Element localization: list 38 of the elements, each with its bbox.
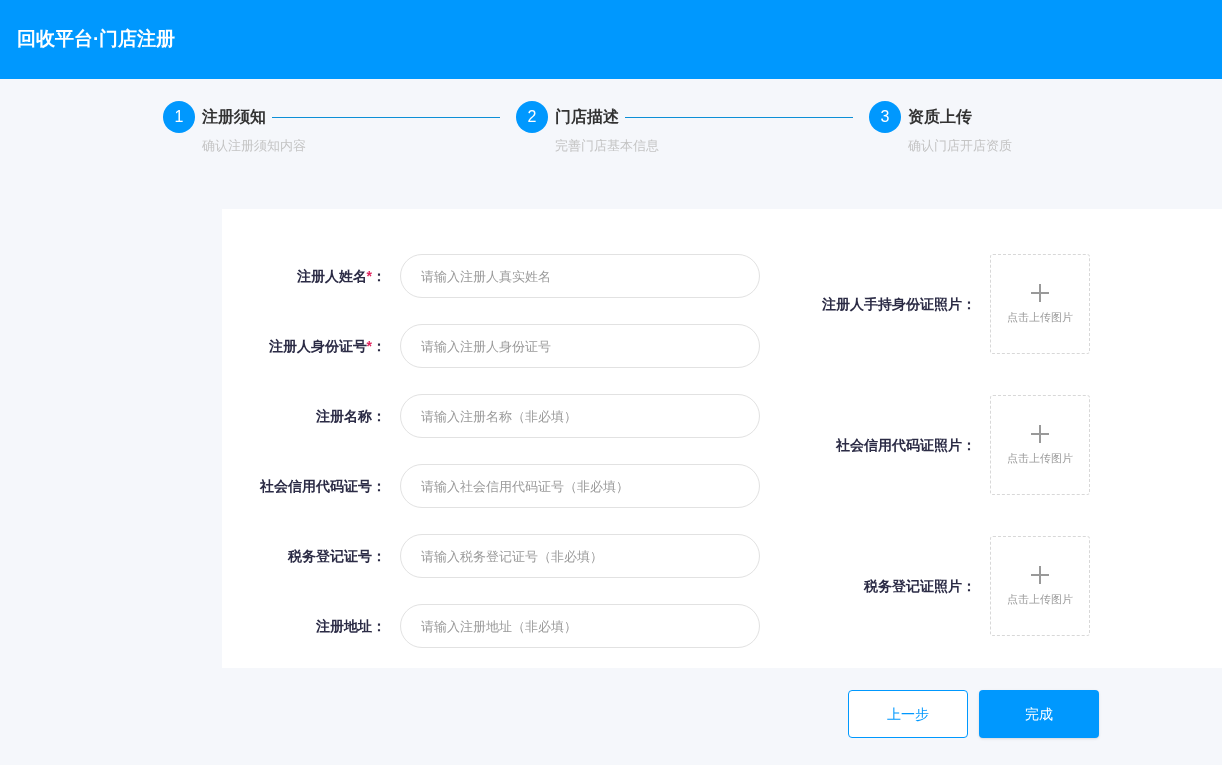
page-title: 回收平台·门店注册 [17,27,176,52]
input-field[interactable]: 请输入社会信用代码证号（非必填） [400,464,760,508]
step-number: 2 [516,101,548,133]
upload-box[interactable]: 点击上传图片 [990,254,1090,354]
field-label: 注册人身份证号 [268,336,367,356]
input-field[interactable]: 请输入注册名称（非必填） [400,394,760,438]
action-button[interactable]: 完成 [979,690,1099,738]
upload-label: 税务登记证照片： [862,576,976,596]
input-field[interactable]: 请输入注册地址（非必填） [400,604,760,648]
label-colon: ： [372,406,386,426]
plus-icon [1030,564,1050,585]
label-colon: ： [372,476,386,496]
field-label: 社会信用代码证号 [260,476,372,496]
step-number: 1 [163,101,195,133]
input-field[interactable]: 请输入注册人身份证号 [400,324,760,368]
label-colon: ： [372,336,386,356]
step-title: 注册须知 [202,107,266,127]
upload-box[interactable]: 点击上传图片 [990,536,1090,636]
plus-icon [1030,282,1050,303]
step-number: 3 [869,101,901,133]
upload-label: 注册人手持身份证照片： [821,294,976,314]
step-title: 门店描述 [555,107,619,127]
label-colon: ： [372,616,386,636]
input-field[interactable]: 请输入注册人真实姓名 [400,254,760,298]
step-title: 资质上传 [908,107,972,127]
required-mark: * [366,336,372,356]
upload-box[interactable]: 点击上传图片 [990,395,1090,495]
field-label: 注册地址 [316,616,372,636]
required-mark: * [366,266,372,286]
field-label: 注册名称 [316,406,372,426]
plus-icon [1030,423,1050,444]
label-colon: ： [372,266,386,286]
field-label: 注册人姓名 [296,266,367,286]
label-colon: ： [372,546,386,566]
field-label: 税务登记证号 [288,546,372,566]
action-button[interactable]: 上一步 [848,690,968,738]
input-field[interactable]: 请输入税务登记证号（非必填） [400,534,760,578]
upload-label: 社会信用代码证照片： [835,435,976,455]
